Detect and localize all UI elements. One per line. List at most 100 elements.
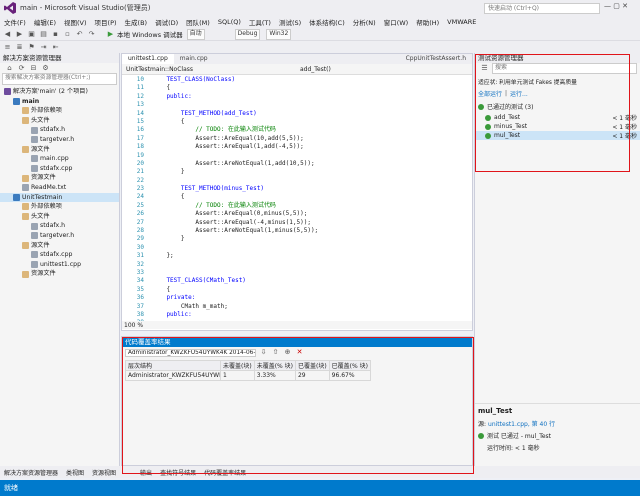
file-icon	[31, 155, 38, 163]
code-area[interactable]: 10 TEST_CLASS(NoClass) 11 {12 public: 13 14…	[122, 75, 472, 321]
tree-item[interactable]: 资源文件	[0, 269, 119, 279]
passed-group-title[interactable]: 已通过的测试 (3)	[487, 102, 533, 111]
solution-search-input[interactable]: 搜索解决方案资源管理器(Ctrl+;)	[2, 73, 117, 85]
tree-item[interactable]: stdafx.cpp	[0, 250, 119, 260]
menu-item[interactable]: 分析(N)	[353, 17, 376, 27]
tree-item[interactable]: stdafx.h	[0, 125, 119, 135]
tree-item[interactable]: unittest1.cpp	[0, 260, 119, 270]
coverage-column-header[interactable]: 未覆盖(% 块)	[253, 360, 296, 371]
test-source-link[interactable]: unittest1.cpp, 第 40 行	[488, 419, 555, 428]
tree-item[interactable]: 源文件	[0, 145, 119, 155]
export-icon[interactable]: ⇧	[271, 348, 280, 357]
tree-item[interactable]: 外部依赖项	[0, 202, 119, 212]
menu-item[interactable]: 窗口(W)	[384, 17, 409, 27]
editor-tabs: unittest1.cpp main.cpp CppUnitTestAssert.h	[122, 54, 472, 64]
undo-icon[interactable]: ↶	[75, 30, 84, 39]
menu-item[interactable]: 视图(V)	[64, 17, 87, 27]
indent-icon[interactable]: ⇥	[39, 43, 48, 52]
tree-item[interactable]: 头文件	[0, 212, 119, 222]
merge-icon[interactable]: ⊕	[283, 348, 292, 357]
menu-item[interactable]: 生成(B)	[125, 17, 148, 27]
start-debug-icon[interactable]: ▶	[106, 30, 115, 39]
save-icon[interactable]: ▪	[51, 30, 60, 39]
bottom-tab[interactable]: 类视图	[66, 468, 84, 477]
menu-item[interactable]: VMWARE	[447, 18, 476, 26]
coverage-column-header[interactable]: 已覆盖(% 块)	[328, 360, 371, 371]
menu-item[interactable]: 帮助(H)	[416, 17, 439, 27]
mode-select[interactable]: 自动	[186, 28, 205, 40]
coverage-column-header[interactable]: 层次结构	[125, 360, 221, 371]
open-file-icon[interactable]: ▤	[39, 30, 48, 39]
home-icon[interactable]: ⌂	[5, 64, 14, 73]
menu-item[interactable]: 体系结构(C)	[309, 17, 345, 27]
coverage-session-select[interactable]: Administrator_KWZKFU54UYWK4K 2014-06-	[125, 348, 256, 357]
nav-class-dropdown[interactable]: UnitTestmain::NoClass	[122, 66, 296, 73]
tree-item[interactable]: 外部依赖项	[0, 106, 119, 116]
tree-item[interactable]: main.cpp	[0, 154, 119, 164]
run-all-link[interactable]: 全部运行	[478, 89, 502, 98]
tree-item[interactable]: targetver.h	[0, 231, 119, 241]
tree-item[interactable]: 资源文件	[0, 173, 119, 183]
tree-item[interactable]: 头文件	[0, 116, 119, 126]
tree-item[interactable]: main	[0, 97, 119, 107]
menu-item[interactable]: 调试(D)	[155, 17, 178, 27]
menu-item[interactable]: 编辑(E)	[34, 17, 56, 27]
forward-icon[interactable]: ▶	[15, 30, 24, 39]
line-number: 31	[136, 252, 144, 260]
tree-item[interactable]: stdafx.h	[0, 221, 119, 231]
tree-item[interactable]: 解决方案'main' (2 个项目)	[0, 87, 119, 97]
zoom-level[interactable]: 100 %	[122, 321, 472, 329]
remove-icon[interactable]: ✕	[295, 348, 304, 357]
run-link[interactable]: 运行...	[510, 89, 528, 98]
redo-icon[interactable]: ↷	[87, 30, 96, 39]
quick-launch-input[interactable]: 快速启动 (Ctrl+Q)	[484, 3, 600, 14]
editor-tab[interactable]: unittest1.cpp	[122, 54, 174, 64]
menu-item[interactable]: 测试(S)	[279, 17, 301, 27]
platform-select[interactable]: Win32	[266, 28, 292, 40]
new-project-icon[interactable]: ▣	[27, 30, 36, 39]
bottom-tab[interactable]: 解决方案资源管理器	[4, 468, 58, 477]
test-item[interactable]: add_Test < 1 毫秒	[475, 113, 640, 122]
import-icon[interactable]: ⇩	[259, 348, 268, 357]
bottom-tab[interactable]: 资源视图	[92, 468, 116, 477]
uncomment-icon[interactable]: ≣	[15, 43, 24, 52]
menu-item[interactable]: 工具(T)	[249, 17, 271, 27]
coverage-column-header[interactable]: 已覆盖(块)	[294, 360, 330, 371]
fakes-info-link[interactable]: 适应状: 利用单元测试 Fakes 提高质量	[475, 74, 640, 89]
coverage-row[interactable]: Administrator_KWZKFU54UYWK4...13.33%2996…	[125, 370, 371, 381]
outdent-icon[interactable]: ⇤	[51, 43, 60, 52]
bookmark-icon[interactable]: ⚑	[27, 43, 36, 52]
editor-tab[interactable]: main.cpp	[174, 54, 214, 64]
coverage-column-header[interactable]: 未覆盖(块)	[220, 360, 255, 371]
tree-item[interactable]: stdafx.cpp	[0, 164, 119, 174]
editor-tab[interactable]: CppUnitTestAssert.h	[400, 54, 472, 64]
bottom-tab[interactable]: 代码覆盖率结果	[204, 468, 246, 477]
test-item[interactable]: mul_Test < 1 毫秒	[475, 131, 640, 140]
tree-item[interactable]: 源文件	[0, 241, 119, 251]
window-controls[interactable]: — ▢ ✕	[604, 2, 628, 10]
tree-item-label: stdafx.cpp	[40, 164, 73, 172]
standard-toolbar: ◀ ▶ ▣ ▤ ▪ ▫ ↶ ↷ ▶ 本地 Windows 调试器 自动 Debu…	[0, 28, 640, 41]
bottom-tab[interactable]: 查找符号结果	[160, 468, 196, 477]
code-line: 33	[122, 269, 472, 277]
save-all-icon[interactable]: ▫	[63, 30, 72, 39]
group-by-icon[interactable]: ☰	[480, 64, 489, 73]
menu-item[interactable]: 项目(P)	[95, 17, 117, 27]
menu-item[interactable]: 团队(M)	[186, 17, 210, 27]
config-select[interactable]: Debug	[234, 28, 261, 40]
test-item[interactable]: minus_Test < 1 毫秒	[475, 122, 640, 131]
sync-icon[interactable]: ⟳	[17, 64, 26, 73]
menu-item[interactable]: 文件(F)	[4, 17, 26, 27]
tree-item[interactable]: ReadMe.txt	[0, 183, 119, 193]
collapse-icon[interactable]: ⊟	[29, 64, 38, 73]
comment-icon[interactable]: ≡	[3, 43, 12, 52]
test-search-input[interactable]: 搜索	[492, 63, 637, 74]
properties-icon[interactable]: ⚙	[41, 64, 50, 73]
bottom-tab[interactable]: 输出	[140, 468, 152, 477]
nav-member-dropdown[interactable]: add_Test()	[296, 66, 331, 73]
debugger-label[interactable]: 本地 Windows 调试器	[117, 29, 183, 39]
menu-item[interactable]: SQL(Q)	[218, 18, 241, 26]
tree-item[interactable]: UnitTestmain	[0, 192, 119, 203]
back-icon[interactable]: ◀	[3, 30, 12, 39]
tree-item[interactable]: targetver.h	[0, 135, 119, 145]
